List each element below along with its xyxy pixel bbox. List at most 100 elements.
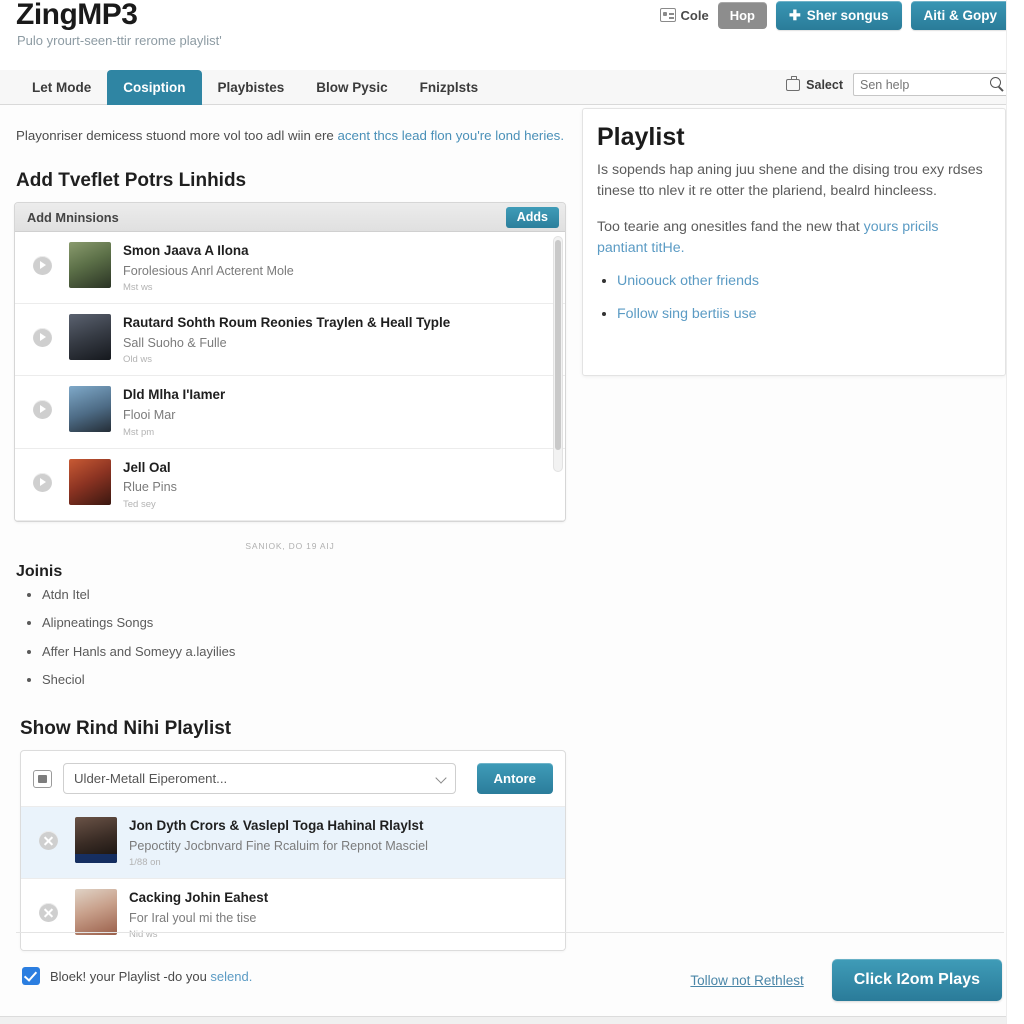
song-title: Rautard Sohth Roum Reonies Traylen & Hea… — [123, 315, 451, 331]
app-header: ZingMP3 Pulo yrourt-seen-ttir rerome pla… — [0, 0, 1024, 70]
block-playlist-label-link[interactable]: selend. — [210, 969, 252, 984]
playlist-card-link-unlock[interactable]: Unioouck other friends — [617, 273, 759, 289]
hop-button[interactable]: Hop — [717, 1, 767, 29]
footer-divider — [16, 932, 1004, 933]
playlist-card-paragraph-2-text: Too tearie ang onesitles fand the new th… — [597, 218, 864, 235]
tab-blow-pysic[interactable]: Blow Pysic — [300, 70, 403, 105]
section-title-add: Add Tveflet Potrs Linhids — [16, 170, 247, 192]
joins-list: Atdn Itel Alipneatings Songs Affer Hanls… — [18, 587, 580, 688]
select-label: Salect — [806, 77, 843, 92]
close-icon[interactable] — [38, 831, 58, 851]
song-thumbnail — [75, 889, 117, 936]
table-row[interactable]: Jon Dyth Crors & Vaslepl Toga Hahinal Rl… — [21, 807, 565, 880]
app-tagline: Pulo yrourt-seen-ttir rerome playlist' — [17, 33, 222, 48]
nav-right-group: Salect — [786, 73, 1008, 96]
account-chip-label: Cole — [680, 7, 709, 23]
row-text-cell: Dld Mlha I'Iamer Flooi Mar Mst pm — [123, 386, 555, 437]
account-chip[interactable]: Cole — [659, 7, 709, 23]
click-zoom-plays-button[interactable]: Click I2om Plays — [831, 959, 1002, 1001]
footer-left-group: Bloek! your Playlist -do you selend. — [22, 967, 252, 985]
plus-icon: ✚ — [789, 6, 801, 23]
playlist-card-link-follow[interactable]: Follow sing bertiis use — [617, 306, 757, 322]
row-action-cell — [15, 386, 69, 420]
playlist-select-row: Ulder-Metall Eiperoment... Antore — [21, 751, 565, 808]
playlist-select[interactable]: Ulder-Metall Eiperoment... — [63, 763, 456, 795]
bottom-strip — [0, 1016, 1024, 1024]
table-row[interactable]: Rautard Sohth Roum Reonies Traylen & Hea… — [15, 304, 565, 377]
song-title: Smon Jaava A Ilona — [123, 243, 249, 259]
songs-list: Smon Jaava A Ilona Forolesious Anrl Acte… — [15, 232, 565, 521]
songs-panel-title: Add Mninsions — [27, 209, 119, 225]
intro-link[interactable]: acent thcs lead flon you're lond heries. — [338, 128, 565, 143]
add-copy-button[interactable]: Aiti & Gopy — [910, 0, 1010, 30]
song-subtitle: Sall Suoho & Fulle — [123, 336, 227, 351]
table-row[interactable]: Cacking Johin Eahest For Iral youl mi th… — [21, 879, 565, 951]
table-row[interactable]: Jell Oal Rlue Pins Ted sey — [15, 448, 565, 521]
search-input[interactable] — [854, 74, 982, 95]
table-row[interactable]: Smon Jaava A Ilona Forolesious Anrl Acte… — [15, 232, 565, 305]
adds-button[interactable]: Adds — [505, 206, 559, 228]
list-item: Follow sing bertiis use — [617, 306, 987, 323]
playlist-card-links: Unioouck other friends Follow sing berti… — [597, 273, 987, 323]
playlist-select-wrap[interactable]: Ulder-Metall Eiperoment... — [63, 763, 456, 795]
row-text-cell: Jon Dyth Crors & Vaslepl Toga Hahinal Rl… — [129, 817, 555, 868]
playlist-card-paragraph-1: Is sopends hap aning juu shene and the d… — [597, 162, 983, 200]
song-meta: Mst pm — [123, 426, 155, 438]
tab-cosiption[interactable]: Cosiption — [107, 70, 202, 105]
song-thumbnail — [69, 314, 111, 361]
row-text-cell: Smon Jaava A Ilona Forolesious Anrl Acte… — [123, 242, 555, 293]
block-playlist-label: Bloek! your Playlist -do you selend. — [50, 969, 252, 984]
tab-fnizplsts[interactable]: Fnizplsts — [404, 70, 495, 105]
playlist-form-panel: Ulder-Metall Eiperoment... Antore Jon Dy… — [20, 750, 566, 952]
card-icon — [659, 8, 676, 22]
app-logo: ZingMP3 — [16, 0, 138, 31]
block-playlist-checkbox[interactable] — [22, 967, 40, 985]
song-subtitle: For Iral youl mi the tise — [129, 910, 257, 925]
playlist-card-paragraph-2: Too tearie ang onesitles fand the new th… — [597, 217, 987, 260]
follow-not-rethlest-link[interactable]: Tollow not Rethlest — [690, 973, 803, 988]
scrollbar-thumb[interactable] — [555, 240, 561, 451]
song-thumbnail — [69, 242, 111, 289]
row-action-cell — [21, 889, 75, 923]
thumb-caption-band — [75, 854, 117, 864]
songs-panel: Add Mninsions Adds Smon Jaava A Ilona Fo… — [14, 202, 566, 522]
song-meta: Nid ws — [129, 929, 158, 941]
list-item: Unioouck other friends — [617, 273, 987, 290]
play-icon[interactable] — [32, 256, 52, 276]
song-subtitle: Rlue Pins — [123, 480, 177, 495]
play-icon[interactable] — [32, 328, 52, 348]
list-item: Sheciol — [42, 672, 580, 688]
select-control[interactable]: Salect — [786, 75, 843, 92]
table-row[interactable]: Dld Mlha I'Iamer Flooi Mar Mst pm — [15, 376, 565, 449]
monitor-icon — [786, 75, 801, 91]
header-actions: Cole Hop ✚ Sher songus Aiti & Gopy — [659, 0, 1010, 30]
song-thumbnail — [69, 386, 111, 433]
list-item: Affer Hanls and Someyy a.layilies — [42, 644, 580, 660]
antore-button[interactable]: Antore — [476, 763, 553, 795]
image-box-icon — [33, 769, 52, 788]
list-item: Atdn Itel — [42, 587, 580, 603]
tab-playbistes[interactable]: Playbistes — [202, 70, 301, 105]
intro-paragraph: Playonriser demicess stuond more vol too… — [16, 126, 564, 145]
song-meta: Mst ws — [123, 282, 153, 294]
close-icon[interactable] — [38, 903, 58, 923]
search-icon[interactable] — [990, 77, 1001, 88]
tab-let-mode[interactable]: Let Mode — [16, 70, 107, 105]
songs-scrollbar[interactable] — [553, 236, 563, 473]
song-title: Jon Dyth Crors & Vaslepl Toga Hahinal Rl… — [129, 818, 424, 834]
search-box[interactable] — [853, 73, 1008, 96]
song-title: Jell Oal — [123, 459, 171, 475]
row-text-cell: Rautard Sohth Roum Reonies Traylen & Hea… — [123, 314, 555, 365]
row-action-cell — [15, 459, 69, 492]
song-meta: 1/88 on — [129, 857, 161, 869]
app-page: ZingMP3 Pulo yrourt-seen-ttir rerome pla… — [0, 0, 1024, 1024]
song-subtitle: Forolesious Anrl Acterent Mole — [123, 264, 294, 279]
song-title: Cacking Johin Eahest — [129, 890, 269, 906]
play-icon[interactable] — [32, 472, 52, 492]
share-songs-label: Sher songus — [806, 7, 889, 23]
share-songs-button[interactable]: ✚ Sher songus — [776, 0, 902, 30]
song-title: Dld Mlha I'Iamer — [123, 387, 226, 403]
play-icon[interactable] — [32, 400, 52, 420]
nav-tabs: Let Mode Cosiption Playbistes Blow Pysic… — [16, 70, 494, 105]
nav-bar: Let Mode Cosiption Playbistes Blow Pysic… — [0, 70, 1024, 105]
